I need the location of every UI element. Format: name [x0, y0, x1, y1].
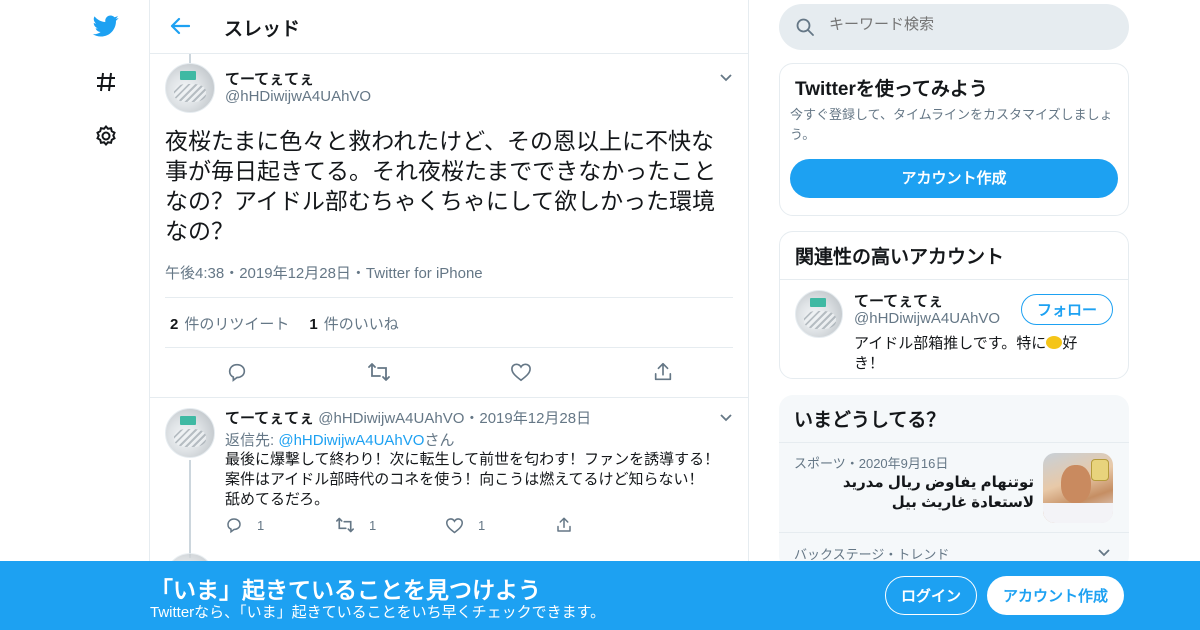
tweet-stats: 2 件のリツイート 1 件のいいね: [170, 313, 399, 334]
account-handle[interactable]: @hHDiwijwA4UAhVO: [854, 310, 1000, 327]
author-handle[interactable]: @hHDiwijwA4UAhVO: [225, 88, 371, 105]
retweet-icon[interactable]: [367, 360, 391, 384]
reply-icon[interactable]: [225, 360, 249, 384]
divider: [165, 297, 733, 298]
card-title: いまどうしてる？: [794, 410, 946, 431]
account-bio: アイドル部箱推しです。特に 好き！: [854, 335, 1078, 372]
search-bar[interactable]: [779, 4, 1129, 50]
author-name[interactable]: てーてぇてぇ: [225, 410, 314, 427]
explore-hashtag-icon[interactable]: [90, 66, 122, 98]
chevron-down-icon[interactable]: [719, 410, 733, 424]
like-stat[interactable]: 1 件のいいね: [309, 313, 398, 334]
reply-tweet[interactable]: てーてぇてぇ @hHDiwijwA4UAhVO・2019年12月28日 返信先:…: [150, 397, 748, 603]
login-button[interactable]: ログイン: [885, 576, 977, 615]
search-input[interactable]: [829, 16, 1109, 33]
replying-to-link[interactable]: @hHDiwijwA4UAhVO: [278, 432, 424, 449]
retweet-action[interactable]: 1: [335, 516, 445, 534]
signup-button[interactable]: アカウント作成: [987, 576, 1124, 615]
share-action[interactable]: [555, 516, 665, 534]
tweet-actions: 1 1 1: [225, 516, 665, 534]
search-icon: [796, 18, 814, 36]
related-account-item[interactable]: てーてぇてぇ @hHDiwijwA4UAhVO フォロー アイドル部箱推しです。…: [780, 279, 1128, 378]
chevron-down-icon[interactable]: [719, 70, 733, 84]
lemon-emoji-icon: [1046, 336, 1063, 349]
tweet-text: 夜桜たまに色々と救われたけど、その恩以上に不快な事が毎日起きてる。それ夜桜たまで…: [165, 128, 717, 244]
card-description: 今すぐ登録して、タイムラインをカスタマイズしましょう。: [790, 107, 1113, 142]
avatar[interactable]: [165, 63, 215, 113]
related-accounts-card: 関連性の高いアカウント てーてぇてぇ @hHDiwijwA4UAhVO フォロー…: [779, 231, 1129, 379]
avatar[interactable]: [795, 290, 843, 338]
share-icon[interactable]: [651, 360, 675, 384]
trend-meta: スポーツ・2020年9月16日: [794, 456, 949, 471]
avatar[interactable]: [165, 408, 215, 458]
divider: [165, 347, 733, 348]
chevron-down-icon[interactable]: [1097, 545, 1111, 559]
retweet-stat[interactable]: 2 件のリツイート: [170, 313, 289, 334]
author-name[interactable]: てーてぇてぇ: [225, 68, 314, 89]
banner-title: 「いま」起きていることを見つけよう: [150, 577, 541, 603]
card-title: Twitterを使ってみよう: [795, 79, 988, 100]
reply-icon: [227, 518, 241, 534]
signup-banner: 「いま」起きていることを見つけよう Twitterなら、「いま」起きていることを…: [0, 561, 1200, 630]
follow-button[interactable]: フォロー: [1021, 294, 1113, 325]
tweet-text: 最後に爆撃して終わり！次に転生して前世を匂わす！ファンを誘導する！ 案件はアイド…: [225, 451, 720, 508]
retweet-icon: [336, 517, 354, 533]
reply-header: てーてぇてぇ @hHDiwijwA4UAhVO・2019年12月28日: [225, 407, 591, 428]
reply-action[interactable]: 1: [225, 516, 335, 534]
trends-card: いまどうしてる？ スポーツ・2020年9月16日 توتنهام يفاوض ر…: [779, 395, 1129, 570]
like-heart-icon[interactable]: [509, 360, 533, 384]
card-title: 関連性の高いアカウント: [795, 247, 1005, 268]
thread-line: [189, 460, 191, 558]
back-arrow-icon[interactable]: [168, 14, 192, 38]
create-account-button[interactable]: アカウント作成: [790, 159, 1118, 198]
like-heart-icon: [445, 517, 464, 533]
tweet-timestamp[interactable]: 午後4:38・2019年12月28日・Twitter for iPhone: [165, 262, 483, 283]
settings-gear-icon[interactable]: [90, 120, 122, 152]
try-twitter-card: Twitterを使ってみよう 今すぐ登録して、タイムラインをカスタマイズしましょ…: [779, 63, 1129, 216]
account-name[interactable]: てーてぇてぇ: [854, 290, 943, 311]
replying-to: 返信先: @hHDiwijwA4UAhVOさん: [225, 432, 455, 449]
trend-thumbnail: [1043, 453, 1113, 523]
author-handle-date[interactable]: @hHDiwijwA4UAhVO・2019年12月28日: [318, 410, 591, 427]
like-action[interactable]: 1: [445, 516, 555, 534]
main-column: スレッド てーてぇてぇ @hHDiwijwA4UAhVO 夜桜たまに色々と救われ…: [149, 0, 749, 630]
page-title: スレッド: [224, 19, 301, 40]
trend-item[interactable]: スポーツ・2020年9月16日 توتنهام يفاوض ريال مدريد…: [779, 442, 1129, 532]
tweet-actions: [225, 360, 675, 384]
share-icon: [557, 517, 571, 532]
trend-title: توتنهام يفاوض ريال مدريد لاستعادة غاريث …: [842, 474, 1034, 511]
twitter-logo-icon[interactable]: [90, 10, 122, 42]
main-header: スレッド: [150, 0, 748, 54]
banner-subtitle: Twitterなら、「いま」起きていることをいち早くチェックできます。: [150, 604, 606, 621]
